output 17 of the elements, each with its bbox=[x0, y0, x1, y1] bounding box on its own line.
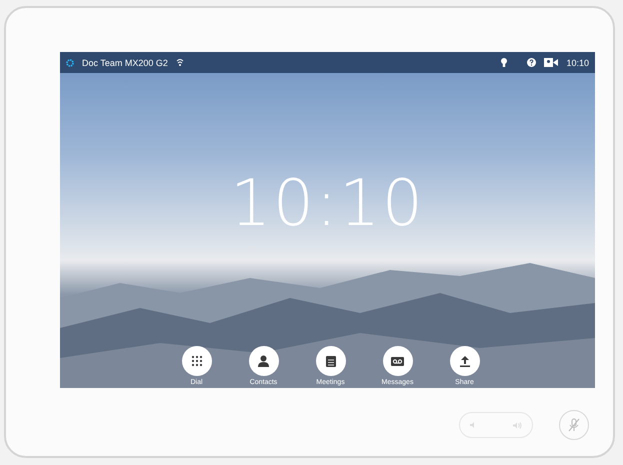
volume-up-icon[interactable] bbox=[513, 422, 522, 428]
video-camera-icon[interactable] bbox=[544, 58, 558, 67]
help-icon[interactable] bbox=[527, 58, 536, 67]
status-time: 10:10 bbox=[566, 58, 589, 68]
voicemail-icon bbox=[391, 356, 404, 366]
mute-microphone-button[interactable] bbox=[559, 410, 589, 440]
wifi-icon bbox=[176, 58, 184, 67]
device-name: Doc Team MX200 G2 bbox=[82, 58, 168, 68]
lightbulb-icon bbox=[501, 58, 508, 68]
notepad-icon bbox=[326, 355, 336, 367]
upload-icon bbox=[460, 356, 470, 366]
volume-down-icon[interactable] bbox=[470, 422, 476, 428]
volume-control[interactable] bbox=[459, 412, 533, 438]
keypad-icon bbox=[190, 355, 202, 367]
muted-microphone-icon bbox=[568, 418, 580, 432]
person-icon bbox=[258, 355, 269, 367]
clock: 10:10 bbox=[230, 167, 425, 241]
